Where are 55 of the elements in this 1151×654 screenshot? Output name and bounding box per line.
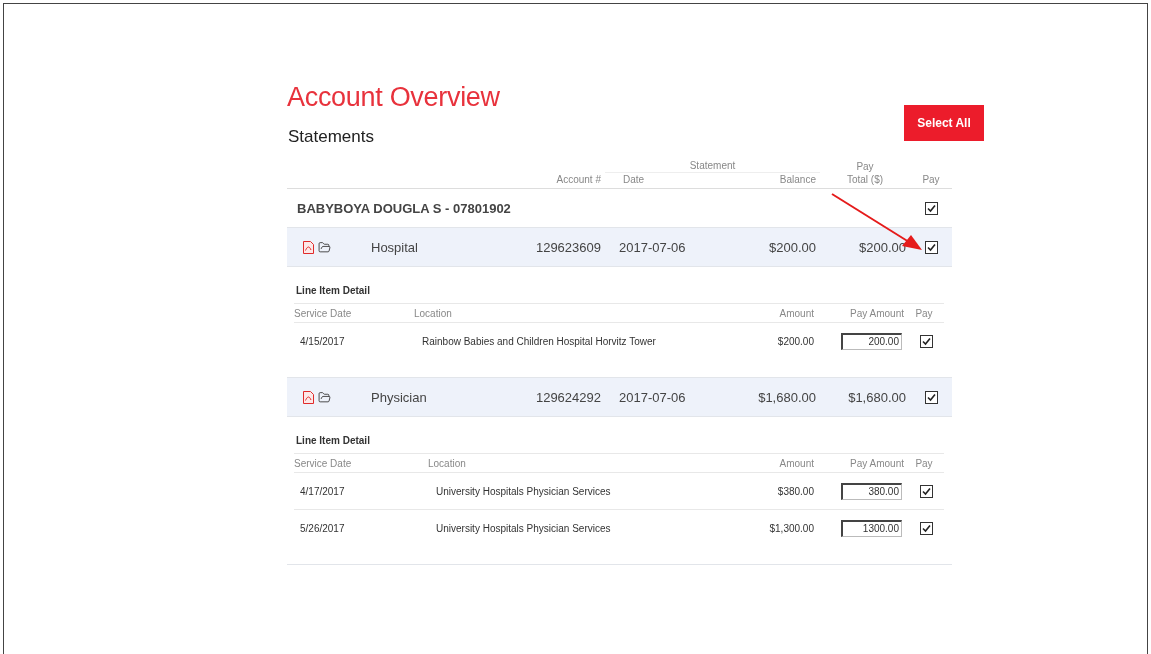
statement-type: Physician xyxy=(370,389,428,405)
balance: $1,680.00 xyxy=(757,389,817,405)
location: Rainbow Babies and Children Hospital Horvitz Tower xyxy=(421,335,657,347)
column-header: Balance xyxy=(778,173,817,186)
folder-icon[interactable] xyxy=(318,240,331,254)
account-number: 129623609 xyxy=(534,239,602,255)
account-number: 129624292 xyxy=(534,389,602,405)
column-header: Date xyxy=(622,173,646,186)
column-header: Pay xyxy=(855,160,875,173)
amount: $380.00 xyxy=(776,485,815,497)
checkbox[interactable] xyxy=(919,334,933,348)
pay-total: $200.00 xyxy=(858,239,907,255)
column-header: Pay xyxy=(921,173,941,186)
detail-title: Line Item Detail xyxy=(294,279,944,304)
pdf-icon[interactable] xyxy=(303,240,314,254)
statement-date: 2017-07-06 xyxy=(618,239,687,255)
service-date: 4/17/2017 xyxy=(299,485,346,497)
page-title: Account Overview xyxy=(287,82,500,113)
amount: $200.00 xyxy=(776,335,815,347)
service-date: 5/26/2017 xyxy=(299,522,346,534)
select-all-button[interactable]: Select All xyxy=(904,105,984,141)
checkbox[interactable] xyxy=(924,201,938,215)
column-header: Amount xyxy=(778,307,815,319)
pay-amount-field[interactable]: 380.00 xyxy=(841,482,902,500)
column-header: Pay Amount xyxy=(849,457,905,469)
amount: $1,300.00 xyxy=(768,522,815,534)
column-header: Pay xyxy=(914,457,934,469)
column-header: Account # xyxy=(555,173,602,186)
folder-icon[interactable] xyxy=(318,390,331,404)
statement-date: 2017-07-06 xyxy=(618,389,687,405)
section-title: Statements xyxy=(288,127,375,147)
column-header: Location xyxy=(414,307,453,319)
location: University Hospitals Physician Services xyxy=(435,522,612,534)
balance: $200.00 xyxy=(768,239,817,255)
statement-type: Hospital xyxy=(370,239,419,255)
column-header: Service Date xyxy=(294,457,353,469)
pay-total: $1,680.00 xyxy=(847,389,907,405)
checkbox[interactable] xyxy=(919,484,933,498)
account-name: BABYBOYA DOUGLA S - 07801902 xyxy=(296,200,512,216)
column-header: Pay Amount xyxy=(849,307,905,319)
column-header: Total ($) xyxy=(845,173,885,186)
location: University Hospitals Physician Services xyxy=(435,485,612,497)
pay-amount-field[interactable]: 200.00 xyxy=(841,332,902,350)
column-header: Location xyxy=(427,457,467,469)
pay-amount-field[interactable]: 1300.00 xyxy=(841,519,902,537)
service-date: 4/15/2017 xyxy=(299,335,346,347)
checkbox[interactable] xyxy=(924,240,938,254)
checkbox[interactable] xyxy=(924,390,938,404)
column-group-header: Statement xyxy=(605,159,820,173)
checkbox[interactable] xyxy=(919,521,933,535)
detail-title: Line Item Detail xyxy=(294,429,944,454)
pdf-icon[interactable] xyxy=(303,390,314,404)
column-header: Pay xyxy=(914,307,934,319)
column-header: Service Date xyxy=(294,307,353,319)
column-header: Amount xyxy=(778,457,815,469)
